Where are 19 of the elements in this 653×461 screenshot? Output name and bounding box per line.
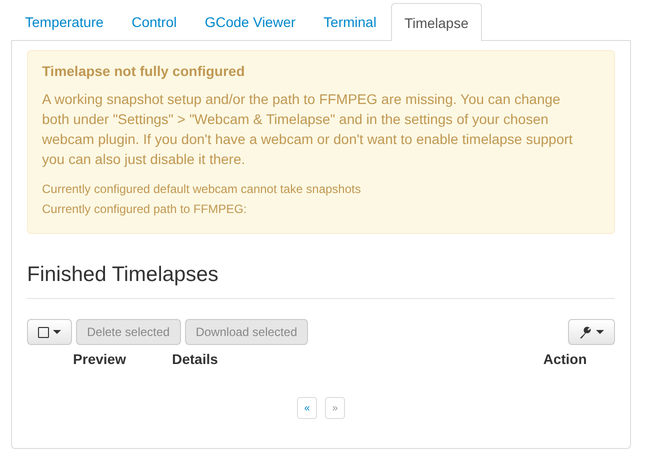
alert-title: Timelapse not fully configured (42, 62, 246, 81)
column-header: Action (542, 350, 588, 369)
tab[interactable]: Timelapse (391, 3, 482, 41)
tab[interactable]: Control (118, 2, 190, 40)
column-header: Details (172, 350, 219, 369)
alert-note: Currently configured default webcam cannot take snapshots (42, 181, 362, 198)
tab[interactable]: GCode Viewer (192, 2, 309, 40)
alert-message: A working snapshot setup and/or the path to FFMPEG are missing. You can change both under "Settings" > "Webcam & Timelapse" and in the settings of your chosen webcam plugin. If you don't have a webcam or don't want to enable timelapse support you can also just disable it there. (42, 90, 574, 169)
section-heading: Finished Timelapses (27, 260, 615, 299)
alert-note: Currently configured path to FFMPEG: (42, 201, 248, 218)
settings-dropdown-button[interactable] (568, 319, 615, 345)
select-dropdown-button[interactable] (27, 319, 72, 345)
previous-page-button[interactable]: « (297, 397, 317, 419)
tab[interactable]: Temperature (12, 2, 117, 40)
tab[interactable]: Terminal (310, 2, 390, 40)
column-header: Preview (72, 350, 127, 369)
caret-icon (53, 330, 61, 334)
wrench-icon (579, 326, 592, 338)
caret-icon (596, 330, 604, 334)
